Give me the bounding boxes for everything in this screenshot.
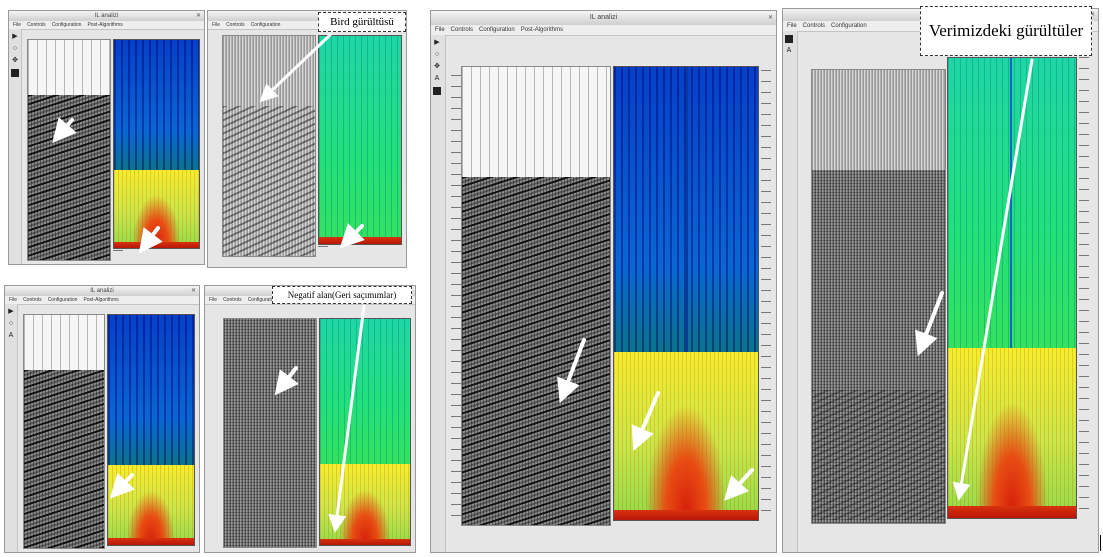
annotation-arrows: [52, 33, 1034, 533]
arrow-10: [723, 468, 754, 501]
arrow-12: [952, 58, 1034, 501]
arrow-9: [631, 391, 660, 452]
text-cursor: [1100, 535, 1101, 551]
arrow-6: [274, 366, 299, 396]
arrow-2: [138, 226, 163, 254]
arrow-3: [259, 33, 332, 103]
arrow-8: [557, 338, 586, 404]
arrow-11: [915, 291, 944, 357]
arrow-7: [328, 304, 366, 533]
arrow-4: [339, 223, 365, 249]
arrow-5: [109, 473, 135, 499]
arrow-1: [52, 117, 77, 144]
